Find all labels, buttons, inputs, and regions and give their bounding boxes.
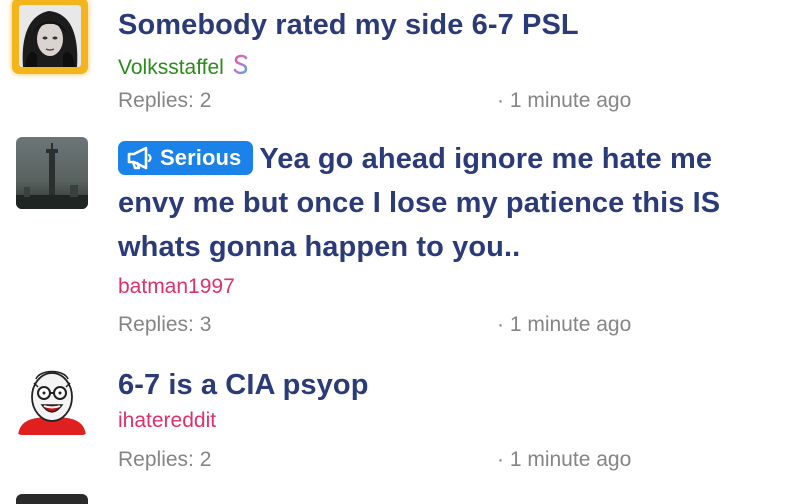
- thread-author[interactable]: batman1997: [118, 275, 235, 299]
- thread-author[interactable]: Volksstaffel: [118, 50, 252, 86]
- avatar-image: [19, 5, 81, 67]
- timestamp: · 1 minute ago: [497, 313, 632, 336]
- dollar-icon: [230, 50, 252, 86]
- replies-count: Replies: 2: [118, 448, 212, 471]
- replies-count: Replies: 3: [118, 313, 212, 336]
- thread-row[interactable]: 6-7 is a CIA psyop ihatereddit Replies: …: [0, 347, 788, 487]
- avatar[interactable]: [16, 363, 88, 435]
- avatar[interactable]: [16, 137, 88, 209]
- serious-badge: Serious: [118, 141, 254, 175]
- megaphone-icon: [127, 146, 152, 170]
- timestamp: · 1 minute ago: [497, 448, 632, 471]
- author-name: Volksstaffel: [118, 56, 224, 79]
- avatar[interactable]: [12, 0, 88, 74]
- timestamp: · 1 minute ago: [497, 89, 632, 112]
- thread-title[interactable]: Serious Yea go ahead ignore me hate me en…: [118, 137, 758, 269]
- thread-title[interactable]: 6-7 is a CIA psyop: [118, 363, 758, 407]
- avatar-image: [16, 363, 88, 435]
- thread-author[interactable]: ihatereddit: [118, 409, 216, 433]
- thread-row[interactable]: Somebody rated my side 6-7 PSL Volksstaf…: [0, 0, 788, 125]
- badge-label: Serious: [160, 145, 242, 170]
- thread-row[interactable]: Serious Yea go ahead ignore me hate me en…: [0, 125, 788, 347]
- avatar-image: [16, 137, 88, 209]
- replies-count: Replies: 2: [118, 89, 212, 112]
- avatar[interactable]: [16, 494, 88, 504]
- thread-title[interactable]: Somebody rated my side 6-7 PSL: [118, 3, 758, 47]
